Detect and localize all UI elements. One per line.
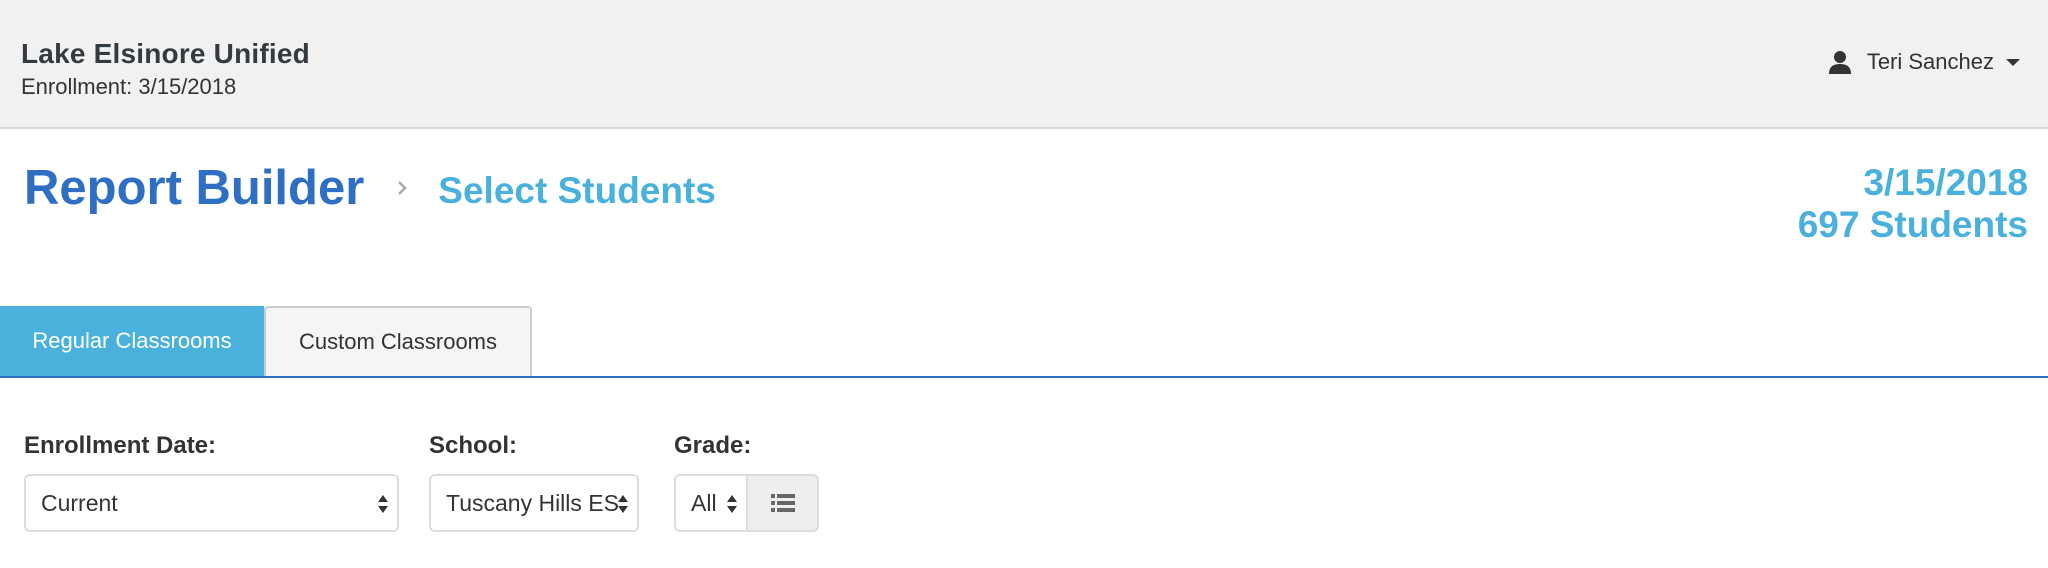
user-menu[interactable]: Teri Sanchez	[1827, 46, 2020, 78]
school-select[interactable]: Tuscany Hills ES	[429, 474, 639, 532]
selection-summary: 3/15/2018 697 Students	[1798, 162, 2028, 246]
enrollment-date-select[interactable]: Current	[24, 474, 399, 532]
grade-label: Grade:	[674, 432, 752, 459]
title-row: Report Builder Select Students	[24, 160, 716, 216]
enrollment-date-label: Enrollment Date:	[24, 432, 217, 459]
enrollment-date-text: Enrollment: 3/15/2018	[21, 74, 237, 99]
school-value: Tuscany Hills ES	[446, 489, 619, 516]
district-name: Lake Elsinore Unified	[21, 38, 310, 69]
select-arrows-icon	[727, 495, 737, 513]
summary-date: 3/15/2018	[1863, 162, 2028, 203]
school-label: School:	[429, 432, 517, 459]
tab-custom-classrooms[interactable]: Custom Classrooms	[264, 306, 532, 376]
page-title: Report Builder	[24, 161, 365, 215]
grade-list-button[interactable]	[746, 474, 819, 532]
select-arrows-icon	[378, 495, 388, 513]
caret-down-icon	[2006, 59, 2020, 66]
classroom-tabs: Regular Classrooms Custom Classrooms	[0, 306, 2048, 378]
chevron-right-icon	[398, 181, 408, 195]
list-icon	[770, 494, 795, 512]
top-header: Lake Elsinore Unified Enrollment: 3/15/2…	[0, 0, 2048, 129]
breadcrumb-step: Select Students	[438, 170, 716, 211]
enrollment-date-value: Current	[41, 489, 118, 516]
grade-value: All	[691, 489, 717, 516]
user-icon	[1828, 51, 1851, 74]
summary-student-count: 697 Students	[1797, 204, 2028, 245]
user-name: Teri Sanchez	[1866, 49, 1994, 74]
grade-select[interactable]: All	[674, 474, 748, 532]
select-arrows-icon	[618, 495, 628, 513]
tab-regular-classrooms[interactable]: Regular Classrooms	[0, 306, 264, 376]
